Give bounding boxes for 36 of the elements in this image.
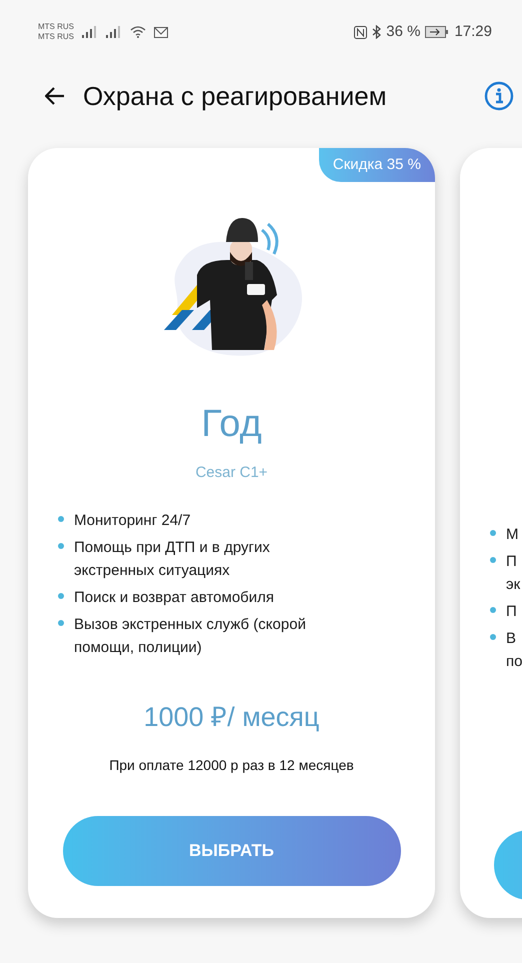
plan-subtitle: Cesar C1+ xyxy=(195,463,268,483)
signal-icon xyxy=(82,26,98,38)
payment-note: При оплате 12000 р раз в 12 месяцев xyxy=(109,756,354,775)
feature-text: Поиск и возврат автомобиля xyxy=(74,588,274,608)
bullet-icon xyxy=(490,530,496,536)
feature-text: М xyxy=(506,525,518,545)
bullet-icon xyxy=(58,620,64,626)
wifi-icon xyxy=(130,26,146,38)
plan-title: Год xyxy=(201,402,262,446)
bullet-icon xyxy=(58,592,64,598)
page-title: Охрана с реагированием xyxy=(83,80,387,112)
discount-badge: Скидка 35 % xyxy=(318,148,435,182)
battery-icon xyxy=(425,26,450,38)
bluetooth-icon xyxy=(372,25,382,39)
feature-text: П эк xyxy=(506,552,520,595)
carrier-name: MTS RUS xyxy=(38,32,74,42)
back-arrow-icon[interactable] xyxy=(45,87,65,105)
bullet-icon xyxy=(58,542,64,548)
nfc-icon xyxy=(354,26,368,38)
feature-text: Вызов экстренных служб (скорой помощи, полиции) xyxy=(74,614,306,658)
carrier-name: MTS RUS xyxy=(38,22,74,32)
price-text: 1000 ₽/ месяц xyxy=(144,700,320,734)
select-button[interactable]: ВЫБРАТЬ xyxy=(62,816,400,886)
feature-text: Мониторинг 24/7 xyxy=(74,510,191,530)
bullet-icon xyxy=(58,516,64,522)
feature-text: В по xyxy=(506,629,522,672)
bullet-icon xyxy=(490,607,496,613)
bullet-icon xyxy=(490,634,496,640)
feature-text: Помощь при ДТП и в других экстренных ситуациях xyxy=(74,538,270,580)
info-icon[interactable] xyxy=(484,81,514,111)
signal-icon xyxy=(106,26,122,38)
bullet-icon xyxy=(490,557,496,563)
mail-icon xyxy=(154,26,168,38)
feature-text: П xyxy=(506,602,517,622)
clock-time: 17:29 xyxy=(454,22,492,42)
battery-percent: 36 % xyxy=(386,22,420,42)
